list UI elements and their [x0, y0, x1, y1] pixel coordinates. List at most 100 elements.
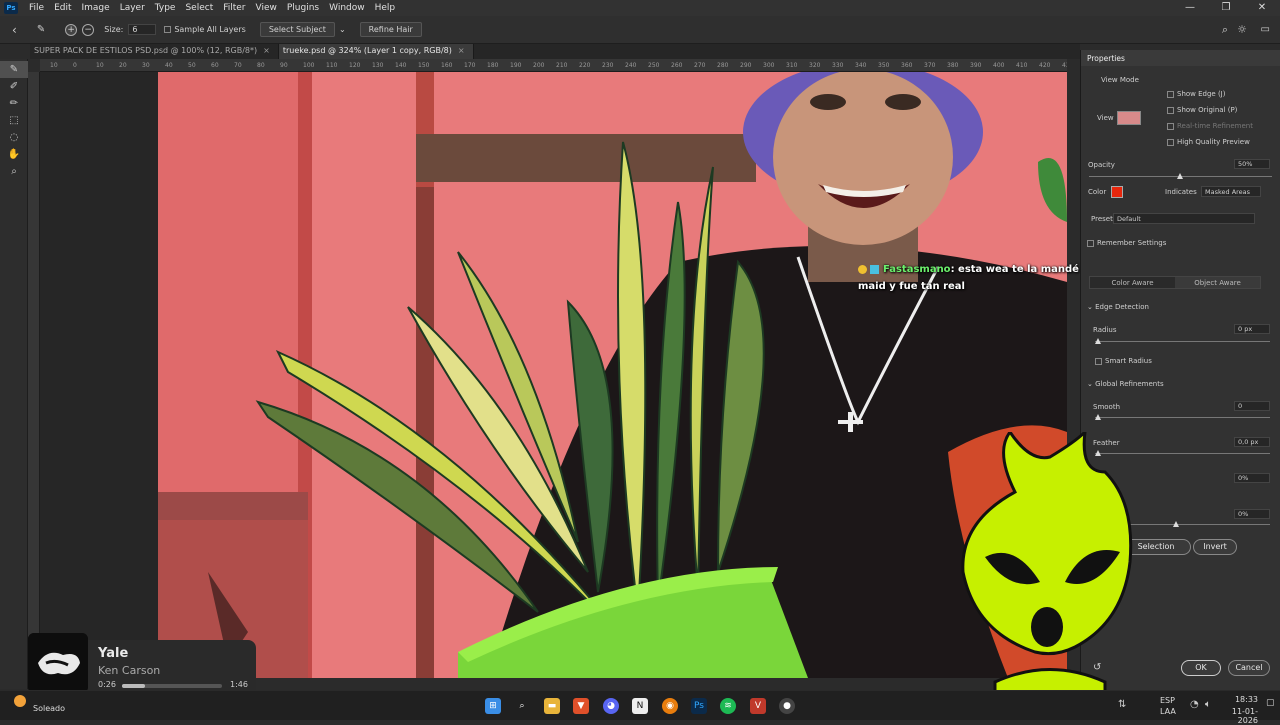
search-icon[interactable]: ⌕: [1222, 23, 1228, 37]
menu-select[interactable]: Select: [180, 3, 218, 13]
menu-plugins[interactable]: Plugins: [282, 3, 324, 13]
close-tab-icon[interactable]: ×: [263, 46, 270, 55]
invert-button[interactable]: Invert: [1193, 539, 1237, 555]
search-icon[interactable]: ⌕: [514, 698, 530, 714]
menu-window[interactable]: Window: [324, 3, 370, 13]
slider-knob[interactable]: [1095, 414, 1101, 420]
view-mode-label: View Mode: [1101, 76, 1139, 84]
refine-edge-brush-icon[interactable]: ✐: [0, 78, 28, 95]
show-edge-checkbox[interactable]: Show Edge (J): [1167, 90, 1225, 98]
menu-layer[interactable]: Layer: [115, 3, 150, 13]
add-mode-icon[interactable]: +: [65, 23, 78, 36]
brush-tool-icon[interactable]: ✎: [37, 24, 45, 35]
zoom-tool-icon[interactable]: ⌕: [0, 163, 28, 180]
blender-icon[interactable]: ◉: [662, 698, 678, 714]
shift-edge-input[interactable]: 0%: [1234, 509, 1270, 519]
wifi-icon[interactable]: ◔: [1190, 699, 1199, 710]
menu-file[interactable]: File: [24, 3, 49, 13]
ruler-tick-label: 100: [303, 62, 315, 69]
menu-type[interactable]: Type: [150, 3, 181, 13]
smart-radius-checkbox[interactable]: Smart Radius: [1095, 357, 1152, 365]
slider-knob[interactable]: [1176, 173, 1183, 179]
radius-input[interactable]: 0 px: [1234, 324, 1270, 334]
clock-time[interactable]: 18:33: [1222, 695, 1258, 704]
subtract-mode-icon[interactable]: −: [82, 23, 95, 36]
track-progress-bar[interactable]: [122, 684, 222, 688]
valorant-icon[interactable]: V: [750, 698, 766, 714]
menu-help[interactable]: Help: [370, 3, 401, 13]
color-aware-button[interactable]: Color Aware: [1090, 277, 1175, 288]
track-title: Yale: [98, 646, 129, 661]
language-indicator[interactable]: ESP: [1160, 696, 1175, 705]
contrast-input[interactable]: 0%: [1234, 473, 1270, 483]
close-icon[interactable]: ✕: [1244, 0, 1280, 16]
preset-dropdown[interactable]: Default: [1113, 213, 1255, 224]
photoshop-taskbar-icon[interactable]: Ps: [691, 698, 707, 714]
slider-knob[interactable]: [1173, 521, 1179, 527]
opacity-input[interactable]: 50%: [1234, 159, 1270, 169]
select-subject-button[interactable]: Select Subject: [259, 22, 335, 37]
obs-icon[interactable]: ●: [779, 698, 795, 714]
ruler-tick-label: 130: [372, 62, 384, 69]
minimize-icon[interactable]: —: [1172, 0, 1208, 16]
notion-icon[interactable]: N: [632, 698, 648, 714]
size-input[interactable]: 6: [128, 24, 157, 35]
hand-tool-icon[interactable]: ✋: [0, 146, 28, 163]
chevron-down-icon[interactable]: ⌄: [339, 25, 346, 34]
opacity-slider[interactable]: [1089, 173, 1272, 179]
back-arrow-icon[interactable]: ‹: [12, 23, 17, 37]
volume-icon[interactable]: 🔈︎: [1205, 699, 1211, 710]
spotify-icon[interactable]: ≋: [720, 698, 736, 714]
sample-all-layers-checkbox[interactable]: Sample All Layers: [164, 25, 246, 34]
smooth-input[interactable]: 0: [1234, 401, 1270, 411]
object-selection-icon[interactable]: ⬚: [0, 112, 28, 129]
quick-selection-tool-icon[interactable]: ✎: [0, 61, 28, 78]
brave-browser-icon[interactable]: ▼: [573, 698, 589, 714]
realtime-refinement-checkbox[interactable]: Real-time Refinement: [1167, 122, 1253, 130]
ruler-tick-label: 310: [786, 62, 798, 69]
restore-icon[interactable]: ❐: [1208, 0, 1244, 16]
workspace-icon[interactable]: ▭: [1261, 24, 1270, 35]
edge-detection-section[interactable]: ⌄ Edge Detection: [1087, 303, 1149, 311]
indicates-dropdown[interactable]: Masked Areas: [1201, 186, 1261, 197]
global-refinements-section[interactable]: ⌄ Global Refinements: [1087, 380, 1164, 388]
sample-all-layers-label: Sample All Layers: [174, 25, 246, 34]
file-explorer-icon[interactable]: ▬: [544, 698, 560, 714]
network-icon[interactable]: ⇅: [1118, 699, 1126, 710]
radius-slider[interactable]: [1095, 338, 1270, 344]
tab-label: SUPER PACK DE ESTILOS PSD.psd @ 100% (12…: [34, 46, 258, 55]
ok-button[interactable]: OK: [1181, 660, 1221, 676]
vertical-ruler: [28, 72, 40, 678]
menu-edit[interactable]: Edit: [49, 3, 76, 13]
ruler-tick-label: 30: [142, 62, 150, 69]
slider-knob[interactable]: [1095, 338, 1101, 344]
document-image[interactable]: [158, 72, 1067, 678]
remember-settings-checkbox[interactable]: Remember Settings: [1087, 239, 1166, 247]
menu-filter[interactable]: Filter: [218, 3, 250, 13]
close-tab-icon[interactable]: ×: [458, 46, 465, 55]
windows-start-icon[interactable]: ⊞: [485, 698, 501, 714]
high-quality-preview-checkbox[interactable]: High Quality Preview: [1167, 138, 1250, 146]
clock-date: 11-01-2026: [1231, 707, 1258, 725]
canvas-area[interactable]: [40, 72, 1067, 678]
notification-icon[interactable]: ▢: [1266, 698, 1275, 708]
weather-sun-icon[interactable]: [14, 695, 26, 707]
view-mode-thumbnail[interactable]: [1117, 111, 1141, 125]
smooth-slider[interactable]: [1095, 414, 1270, 420]
menu-view[interactable]: View: [251, 3, 282, 13]
ruler-tick-label: 50: [188, 62, 196, 69]
brush-tool-icon[interactable]: ✏: [0, 95, 28, 112]
lasso-tool-icon[interactable]: ◌: [0, 129, 28, 146]
overlay-color-swatch[interactable]: [1111, 186, 1123, 198]
photoshop-logo-icon: Ps: [4, 2, 18, 14]
lightbulb-icon[interactable]: ☼: [1237, 23, 1247, 36]
discord-icon[interactable]: ◕: [603, 698, 619, 714]
tab-trueke[interactable]: trueke.psd @ 324% (Layer 1 copy, RGB/8) ×: [278, 44, 474, 59]
show-original-checkbox[interactable]: Show Original (P): [1167, 106, 1237, 114]
object-aware-button[interactable]: Object Aware: [1175, 277, 1260, 288]
cancel-button[interactable]: Cancel: [1228, 660, 1270, 676]
tab-super-pack[interactable]: SUPER PACK DE ESTILOS PSD.psd @ 100% (12…: [30, 44, 279, 59]
feather-input[interactable]: 0,0 px: [1234, 437, 1270, 447]
menu-image[interactable]: Image: [77, 3, 115, 13]
refine-hair-button[interactable]: Refine Hair: [359, 22, 422, 37]
